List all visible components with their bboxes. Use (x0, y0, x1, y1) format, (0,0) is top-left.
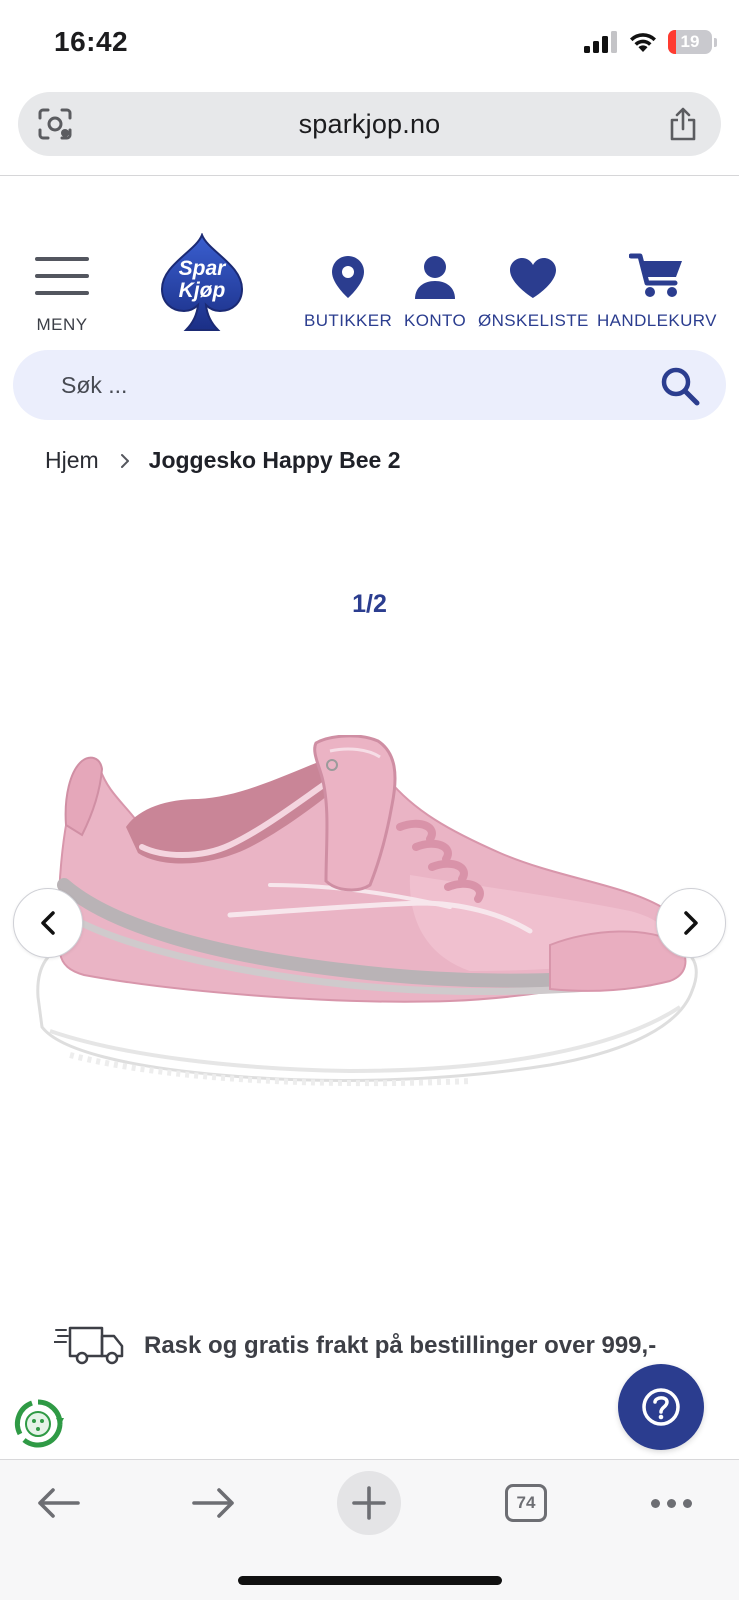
status-icons: 19 (584, 30, 717, 54)
scan-icon[interactable] (38, 108, 72, 140)
nav-label-handlekurv: HANDLEKURV (597, 311, 717, 330)
more-dot (666, 1498, 676, 1508)
help-button[interactable] (618, 1364, 704, 1450)
question-icon (642, 1388, 680, 1426)
nav-handlekurv[interactable]: HANDLEKURV (597, 253, 717, 331)
browser-forward-button[interactable] (186, 1460, 242, 1546)
breadcrumb-home[interactable]: Hjem (45, 447, 99, 474)
browser-back-button[interactable] (30, 1460, 86, 1546)
battery-percent: 19 (680, 32, 700, 51)
shipping-text: Rask og gratis frakt på bestillinger ove… (144, 1332, 657, 1359)
gallery-counter: 1/2 (352, 590, 387, 618)
home-indicator (238, 1576, 502, 1585)
battery-tip (714, 37, 717, 47)
url-text: sparkjop.no (298, 108, 441, 139)
plus-icon (352, 1486, 386, 1520)
shipping-banner: Rask og gratis frakt på bestillinger ove… (54, 1326, 656, 1366)
arrow-right-icon (192, 1488, 234, 1518)
signal-icon (584, 31, 617, 53)
nav-label-konto: KONTO (404, 311, 467, 330)
chevron-right-icon (684, 911, 698, 935)
search-bar (13, 350, 726, 420)
nav-label-butikker: BUTIKKER (304, 311, 393, 330)
chevron-right-icon (119, 453, 131, 469)
menu-label: MENY (36, 315, 88, 334)
battery-icon: 19 (668, 30, 712, 54)
new-tab-button[interactable] (337, 1471, 401, 1535)
status-bar: 16:42 19 (0, 0, 739, 88)
more-dot (650, 1498, 660, 1508)
tab-count: 74 (505, 1484, 547, 1522)
logo-text-top: Spar (179, 257, 228, 280)
gallery-prev-button[interactable] (13, 888, 83, 958)
recycle-badge-icon[interactable] (12, 1398, 64, 1450)
menu-button[interactable]: MENY (34, 257, 90, 335)
wifi-icon (630, 33, 656, 52)
delivery-truck-icon (54, 1326, 124, 1365)
cart-icon (628, 253, 682, 297)
share-icon[interactable] (667, 106, 699, 142)
nav-label-onskeliste: ØNSKELISTE (478, 311, 589, 330)
browser-divider (0, 175, 739, 176)
site-header: MENY Spar Kjøp BUTIKKER KONTO ØNSKELISTE… (0, 225, 739, 335)
battery-level-fill (668, 30, 677, 54)
status-time: 16:42 (54, 26, 129, 57)
breadcrumb-current: Joggesko Happy Bee 2 (148, 447, 401, 473)
product-image[interactable] (30, 735, 710, 1095)
gallery-next-button[interactable] (656, 888, 726, 958)
nav-onskeliste[interactable]: ØNSKELISTE (478, 253, 589, 331)
arrow-left-icon (38, 1488, 80, 1518)
more-dot (682, 1498, 692, 1508)
heart-icon (510, 258, 557, 298)
search-input[interactable] (61, 350, 621, 420)
person-icon (415, 256, 456, 299)
nav-konto[interactable]: KONTO (404, 253, 466, 331)
location-pin-icon (332, 256, 365, 298)
chevron-left-icon (41, 911, 55, 935)
sparkjop-logo[interactable]: Spar Kjøp (156, 233, 248, 333)
more-button[interactable] (646, 1460, 696, 1546)
breadcrumb: Hjem Joggesko Happy Bee 2 (45, 447, 400, 474)
hamburger-icon (35, 257, 89, 295)
address-bar[interactable]: sparkjop.no (18, 92, 721, 156)
tabs-button[interactable]: 74 (503, 1460, 549, 1546)
logo-text-bottom: Kjøp (179, 279, 226, 302)
nav-butikker[interactable]: BUTIKKER (304, 253, 392, 331)
search-icon[interactable] (660, 366, 700, 406)
